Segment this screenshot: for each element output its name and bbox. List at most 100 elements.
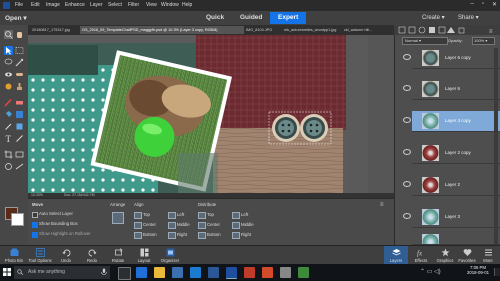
paint-bucket-tool-icon[interactable] [4,110,13,119]
distribute-center-label[interactable]: Center [207,222,220,227]
distribute-left-label[interactable]: Left [241,212,248,217]
distribute-right-icon[interactable] [232,232,240,239]
pencil-tool-icon[interactable] [15,134,24,143]
show-highlight-checkbox[interactable] [32,232,38,238]
arrange-icon[interactable] [112,212,124,224]
layer-row[interactable]: Layer 6 copy [403,48,500,69]
panel-menu-icon[interactable]: ≡ [380,202,384,208]
recompose-tool-icon[interactable] [15,150,24,159]
clone-stamp-tool-icon[interactable] [15,82,24,91]
custom-shape-tool-icon[interactable] [15,122,24,131]
distribute-right-label[interactable]: Right [241,232,251,237]
document-canvas[interactable] [28,35,368,193]
distribute-middle-icon[interactable] [232,222,240,229]
align-center-icon[interactable] [134,222,142,229]
align-top-label[interactable]: Top [143,212,150,217]
align-middle-icon[interactable] [168,222,176,229]
layer-row[interactable]: Layer 6 [403,79,500,100]
close-icon[interactable]: ✕ [492,1,497,8]
spot-healing-tool-icon[interactable] [15,70,24,79]
doc-tab[interactable]: mk_autumnmiles_woodpp1.jpg [282,26,342,34]
layers-panel-button[interactable]: Layers [384,246,408,265]
organizer-button[interactable]: Organizer [158,246,182,263]
brush-tool-icon[interactable] [4,98,13,107]
menu-select[interactable]: Select [108,2,122,8]
system-tray-icons[interactable]: ⌃ ▭ ◁) [420,268,441,275]
type-tool-icon[interactable]: T [4,134,13,144]
menu-filter[interactable]: Filter [128,2,139,8]
doc-tab[interactable]: IMG_8104.JPG [244,26,282,34]
show-bounding-box-checkbox[interactable] [32,222,38,228]
menu-enhance[interactable]: Enhance [65,2,85,8]
tab-quick[interactable]: Quick [206,14,224,21]
visibility-eye-icon[interactable] [403,213,411,219]
crop-tool-icon[interactable] [4,150,13,159]
move-tool-icon[interactable] [4,46,13,55]
layer-row-selected[interactable]: Layer 3 copy [403,111,500,132]
content-aware-move-tool-icon[interactable] [4,162,13,171]
doc-tab-active[interactable]: GS_2016_09_TemplateChallPSD_maggyfh.psd … [80,26,244,34]
canvas-scrollbar[interactable] [368,35,394,193]
redo-button[interactable]: Redo [80,246,104,263]
tool-options-button[interactable]: Tool Options [28,246,52,263]
distribute-left-icon[interactable] [232,212,240,219]
pse-icon[interactable] [3,2,10,9]
layer-row[interactable] [412,232,500,245]
align-top-icon[interactable] [134,212,142,219]
photo-bin-button[interactable]: Photo Bin [2,246,26,263]
smart-brush-tool-icon[interactable] [4,82,13,91]
visibility-eye-icon[interactable] [403,181,411,187]
pse-editor-taskbar-icon[interactable] [226,267,237,279]
taskbar-clock[interactable]: 7:06 PM 2018-09-01 [463,265,493,275]
more-panel-button[interactable]: More [476,246,500,263]
layer-row[interactable]: Layer 2 copy [403,143,500,164]
app-taskbar-icon[interactable] [298,267,309,278]
graphics-panel-button[interactable]: Graphics [433,246,457,263]
zoom-tool-icon[interactable] [4,30,13,39]
distribute-center-icon[interactable] [198,222,206,229]
menu-layer[interactable]: Layer [90,2,103,8]
menu-image[interactable]: Image [46,2,60,8]
open-button[interactable]: Open ▾ [5,14,27,22]
visibility-eye-icon[interactable] [403,149,411,155]
distribute-top-label[interactable]: Top [207,212,214,217]
layers-scrollbar[interactable] [494,48,498,244]
maximize-icon[interactable]: ▫ [482,1,484,8]
align-bottom-label[interactable]: Bottom [143,232,157,237]
hand-tool-icon[interactable] [15,30,24,39]
quick-selection-tool-icon[interactable] [15,58,24,67]
gradient-tool-icon[interactable] [15,110,24,119]
auto-select-checkbox[interactable] [32,212,38,218]
tab-guided[interactable]: Guided [240,14,262,21]
undo-button[interactable]: Undo [54,246,78,263]
layout-button[interactable]: Layout [132,246,156,263]
align-left-label[interactable]: Left [177,212,184,217]
minimize-icon[interactable]: – [470,1,473,8]
edge-icon[interactable] [136,267,147,278]
rotate-button[interactable]: Rotate [106,246,130,263]
doc-tab[interactable]: 20180817_175317.jpg [30,26,80,34]
visibility-eye-icon[interactable] [403,117,411,123]
straighten-tool-icon[interactable] [15,162,24,171]
menu-edit[interactable]: Edit [31,2,40,8]
eraser-tool-icon[interactable] [15,98,24,107]
align-right-label[interactable]: Right [177,232,187,237]
visibility-eye-icon[interactable] [403,85,411,91]
app-taskbar-icon[interactable] [244,267,255,278]
tab-expert[interactable]: Expert [270,12,307,24]
layer-row[interactable]: Layer 2 [403,175,500,196]
background-color-swatch[interactable] [11,213,24,226]
align-right-icon[interactable] [168,232,176,239]
show-desktop-button[interactable] [494,268,500,276]
file-explorer-icon[interactable] [154,267,165,278]
menu-view[interactable]: View [146,2,157,8]
eyedropper-tool-icon[interactable] [4,122,13,131]
app-taskbar-icon[interactable] [262,267,273,278]
microphone-icon[interactable] [100,268,108,276]
menu-window[interactable]: Window [161,2,179,8]
task-view-icon[interactable] [118,267,131,280]
visibility-eye-icon[interactable] [403,54,411,60]
lasso-tool-icon[interactable] [4,58,13,67]
layer-row[interactable]: Layer 3 [403,207,500,228]
windows-start-icon[interactable] [3,268,11,276]
